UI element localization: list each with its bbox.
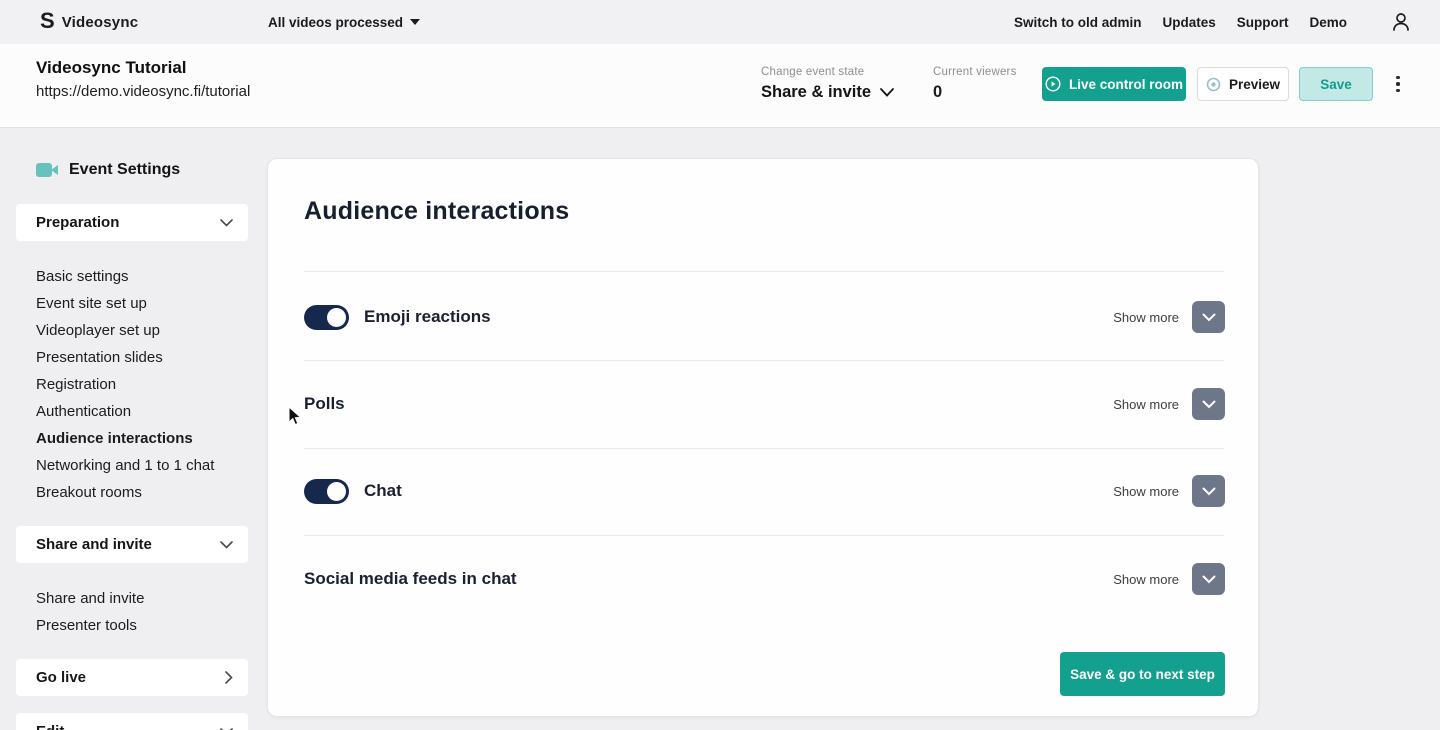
sidebar-item-share-and-invite[interactable]: Share and invite [36, 585, 248, 612]
video-camera-icon [36, 163, 58, 177]
feature-label: Social media feeds in chat [304, 569, 517, 588]
sidebar-item-videoplayer-set-up[interactable]: Videoplayer set up [36, 317, 248, 344]
preparation-nav-list: Basic settings Event site set up Videopl… [36, 263, 248, 506]
divider [304, 271, 1224, 272]
sidebar-item-presentation-slides[interactable]: Presentation slides [36, 344, 248, 371]
show-more-link[interactable]: Show more [1113, 572, 1179, 587]
sidebar-section-preparation[interactable]: Preparation [16, 204, 248, 241]
current-viewers-block: Current viewers 0 [933, 66, 1017, 102]
processing-status-label: All videos processed [268, 14, 404, 30]
feature-label: Chat [364, 481, 402, 500]
page-title: Audience interactions [304, 197, 570, 225]
event-settings-title: Event Settings [69, 161, 181, 178]
expand-row-button[interactable] [1192, 475, 1225, 507]
preview-label: Preview [1228, 76, 1281, 92]
videosync-logo-icon: S [40, 8, 55, 33]
expand-row-button[interactable] [1192, 301, 1225, 333]
brand[interactable]: S Videosync [40, 0, 138, 44]
edit-label: Edit [36, 723, 64, 730]
go-live-label: Go live [36, 669, 87, 686]
sidebar-item-presenter-tools[interactable]: Presenter tools [36, 612, 248, 639]
show-more-link[interactable]: Show more [1113, 484, 1179, 499]
sidebar-section-share-and-invite[interactable]: Share and invite [16, 526, 248, 563]
share-nav-list: Share and invite Presenter tools [36, 585, 248, 639]
chevron-right-icon [225, 671, 233, 684]
chevron-down-icon [220, 218, 233, 227]
main-area: Event Settings Preparation Basic setting… [0, 127, 1440, 730]
show-more-link[interactable]: Show more [1113, 397, 1179, 412]
event-title: Videosync Tutorial [36, 58, 187, 77]
expand-row-button[interactable] [1192, 388, 1225, 420]
divider [304, 360, 1224, 361]
top-bar: S Videosync All videos processed Switch … [0, 0, 1440, 44]
expand-row-button[interactable] [1192, 563, 1225, 595]
kebab-menu-icon[interactable] [1390, 71, 1406, 97]
event-settings-header: Event Settings [36, 161, 180, 179]
sidebar-item-basic-settings[interactable]: Basic settings [36, 263, 248, 290]
show-more-link[interactable]: Show more [1113, 310, 1179, 325]
share-and-invite-label: Share and invite [36, 536, 152, 553]
change-event-state-label: Change event state [761, 66, 865, 78]
feature-row-emoji-reactions: Emoji reactions Show more [304, 295, 1225, 339]
event-header: Videosync Tutorial https://demo.videosyn… [0, 44, 1440, 127]
save-button[interactable]: Save [1299, 67, 1373, 101]
event-state-dropdown[interactable]: Share & invite [761, 83, 894, 102]
switch-to-old-admin-link[interactable]: Switch to old admin [1014, 15, 1142, 30]
feature-row-chat: Chat Show more [304, 469, 1225, 513]
save-label: Save [1320, 76, 1352, 92]
preparation-label: Preparation [36, 214, 120, 231]
video-processing-status-dropdown[interactable]: All videos processed [268, 0, 421, 44]
chevron-down-icon [880, 88, 894, 97]
sidebar-item-breakout-rooms[interactable]: Breakout rooms [36, 479, 248, 506]
divider [304, 448, 1224, 449]
demo-link[interactable]: Demo [1309, 15, 1347, 30]
audience-interactions-panel: Audience interactions Emoji reactions Sh… [267, 158, 1259, 717]
play-circle-icon [1045, 76, 1061, 92]
sidebar-item-audience-interactions[interactable]: Audience interactions [36, 425, 248, 452]
sidebar-item-authentication[interactable]: Authentication [36, 398, 248, 425]
event-title-block: Videosync Tutorial https://demo.videosyn… [36, 58, 250, 100]
sidebar-section-go-live[interactable]: Go live [16, 659, 248, 696]
chevron-down-icon [1202, 575, 1215, 583]
chevron-down-icon [1202, 400, 1215, 408]
sidebar-item-registration[interactable]: Registration [36, 371, 248, 398]
live-control-room-label: Live control room [1068, 76, 1183, 92]
preview-button[interactable]: Preview [1197, 67, 1289, 101]
caret-down-icon [410, 19, 421, 25]
event-state-value: Share & invite [761, 83, 872, 101]
chevron-down-icon [1202, 487, 1215, 495]
current-viewers-count: 0 [933, 83, 943, 101]
divider [304, 535, 1224, 536]
feature-label: Emoji reactions [364, 307, 491, 326]
sidebar-item-event-site-set-up[interactable]: Event site set up [36, 290, 248, 317]
event-url[interactable]: https://demo.videosync.fi/tutorial [36, 83, 250, 100]
support-link[interactable]: Support [1237, 15, 1289, 30]
user-icon[interactable] [1390, 11, 1412, 33]
sidebar-item-networking-1to1-chat[interactable]: Networking and 1 to 1 chat [36, 452, 248, 479]
chevron-down-icon [1202, 313, 1215, 321]
updates-link[interactable]: Updates [1162, 15, 1215, 30]
brand-name: Videosync [61, 13, 139, 31]
chevron-down-icon [220, 540, 233, 549]
top-links: Switch to old admin Updates Support Demo [1014, 0, 1412, 44]
emoji-reactions-toggle[interactable] [304, 304, 349, 330]
live-control-room-button[interactable]: Live control room [1042, 67, 1186, 101]
current-viewers-label: Current viewers [933, 66, 1017, 78]
feature-label: Polls [304, 394, 345, 413]
feature-row-polls: Polls Show more [304, 382, 1225, 426]
save-and-next-step-button[interactable]: Save & go to next step [1060, 652, 1225, 696]
chat-toggle[interactable] [304, 478, 349, 504]
feature-row-social-media-feeds: Social media feeds in chat Show more [304, 557, 1225, 601]
sidebar-section-edit[interactable]: Edit [16, 713, 248, 730]
event-state-block: Change event state Share & invite [761, 66, 894, 102]
preview-eye-icon [1206, 77, 1221, 91]
